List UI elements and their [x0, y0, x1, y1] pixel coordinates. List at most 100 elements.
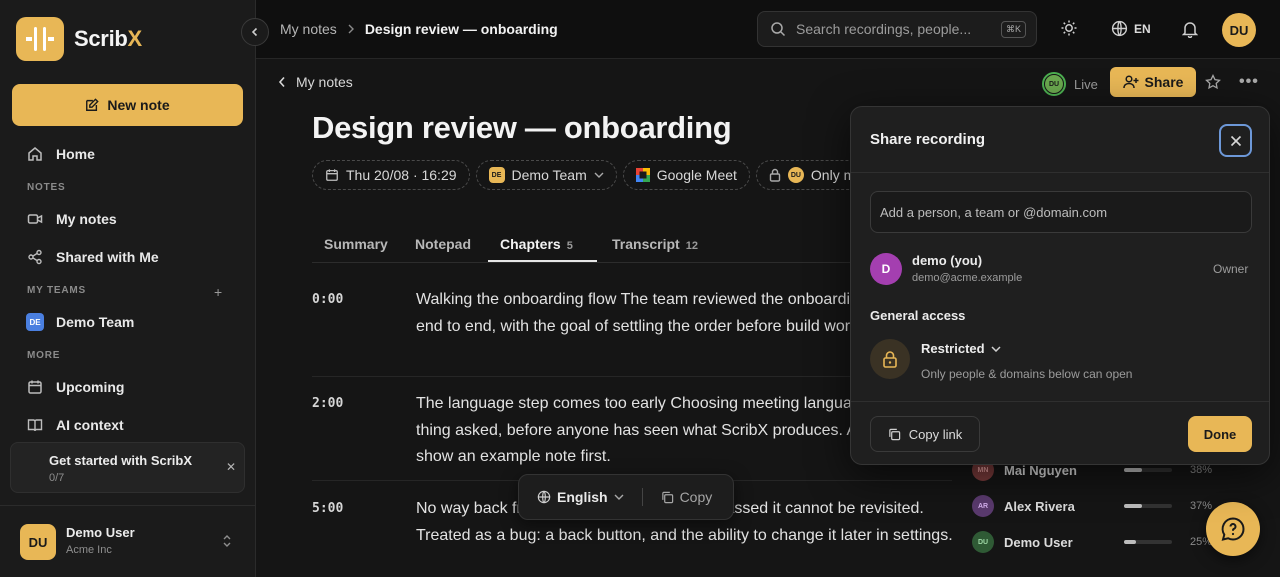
platform-chip[interactable]: Google Meet — [622, 160, 750, 190]
user-name: Demo User — [66, 525, 135, 540]
sidebar-item-label: Upcoming — [56, 379, 125, 395]
language-selector[interactable]: EN — [1111, 20, 1151, 37]
chevron-left-icon — [251, 27, 258, 37]
shortcut-hint: ⌘K — [1000, 21, 1026, 38]
new-note-label: New note — [107, 97, 170, 113]
new-note-button[interactable]: New note — [12, 84, 243, 126]
breadcrumb: My notes Design review — onboarding — [280, 21, 558, 37]
add-team-icon[interactable]: + — [214, 284, 222, 300]
access-level-dropdown[interactable]: Restricted — [921, 341, 1001, 356]
bell-icon[interactable] — [1182, 20, 1198, 38]
copy-button[interactable]: Copy — [661, 489, 712, 505]
speaker-percent: 38% — [1190, 464, 1213, 476]
date-chip[interactable]: Thu 20/08 · 16:29 — [312, 160, 470, 190]
breadcrumb-my-notes[interactable]: My notes — [280, 21, 337, 37]
speaker-name: Alex Rivera — [1004, 498, 1075, 514]
speaker-share-bar — [1124, 468, 1172, 472]
avatar[interactable]: DU — [1222, 13, 1256, 47]
lock-icon — [870, 339, 910, 379]
sidebar-item-home[interactable]: Home — [16, 139, 240, 169]
get-started-card[interactable]: Get started with ScribX 0/7 ✕ — [10, 442, 245, 493]
app-logo[interactable]: ScribX — [16, 17, 142, 61]
team-chip[interactable]: DE Demo Team — [475, 160, 617, 190]
section-notes: NOTES — [27, 182, 66, 193]
team-badge: DE — [26, 313, 44, 331]
close-icon[interactable]: ✕ — [226, 460, 236, 474]
avatar: DU — [787, 167, 804, 183]
share-dialog: Share recording D demo (you) demo@acme.e… — [850, 106, 1270, 465]
sidebar-item-demo-team[interactable]: DE Demo Team — [16, 307, 240, 337]
tab-transcript[interactable]: Transcript 12 — [612, 236, 698, 252]
speaker-row: DU Demo User 25% — [972, 530, 1222, 554]
tab-count: 5 — [566, 240, 573, 252]
divider — [851, 172, 1269, 173]
copy-icon — [889, 428, 900, 440]
edit-icon — [86, 98, 100, 111]
note-meta-chips: Thu 20/08 · 16:29 DE Demo Team Google Me… — [312, 160, 877, 190]
avatar: DU — [972, 531, 994, 553]
chapter-time[interactable]: 0:00 — [312, 292, 343, 307]
language-code: EN — [1134, 21, 1151, 36]
speaker-share-fill — [1124, 468, 1143, 472]
globe-icon — [1111, 20, 1128, 37]
star-icon[interactable] — [1205, 74, 1221, 90]
help-button[interactable] — [1206, 502, 1260, 556]
close-button[interactable] — [1219, 124, 1252, 157]
transcript-toolbar: English Copy — [518, 474, 734, 520]
sidebar: ScribX New note Home NOTES My notes Shar… — [0, 0, 256, 577]
back-link[interactable]: My notes — [278, 74, 353, 90]
sidebar-item-upcoming[interactable]: Upcoming — [16, 372, 240, 402]
speaker-share-fill — [1124, 540, 1136, 544]
divider — [851, 401, 1269, 402]
logo-mark-icon — [16, 17, 64, 61]
avatar: DU — [20, 524, 56, 560]
get-started-progress: 0/7 — [49, 472, 65, 484]
share-button[interactable]: Share — [1110, 67, 1196, 97]
user-menu[interactable]: DU Demo User Acme Inc — [0, 505, 256, 577]
calendar-icon — [326, 169, 338, 181]
sidebar-item-label: AI context — [56, 417, 124, 433]
tab-notepad[interactable]: Notepad — [415, 236, 471, 252]
speaker-row: AR Alex Rivera 37% — [972, 494, 1222, 518]
tab-summary[interactable]: Summary — [324, 236, 388, 252]
done-button[interactable]: Done — [1188, 416, 1252, 452]
speaker-name: Demo User — [1004, 534, 1073, 550]
google-meet-icon — [635, 168, 650, 182]
theme-toggle-sun-icon[interactable] — [1060, 19, 1078, 37]
sidebar-item-my-notes[interactable]: My notes — [16, 204, 240, 234]
speaker-percent: 37% — [1190, 500, 1213, 512]
live-indicator: DU Live — [1042, 72, 1098, 96]
speaker-share-fill — [1124, 504, 1142, 508]
search-bar[interactable]: ⌘K — [757, 11, 1037, 47]
chapter-time[interactable]: 5:00 — [312, 501, 343, 516]
sidebar-item-ai-context[interactable]: AI context — [16, 410, 240, 440]
help-chat-icon — [1221, 517, 1245, 541]
dialog-title: Share recording — [870, 131, 986, 148]
team-label: Demo Team — [511, 167, 587, 183]
share-nodes-icon — [26, 248, 44, 266]
collapse-sidebar-button[interactable] — [241, 18, 269, 46]
tab-count: 12 — [685, 240, 698, 252]
member-role: Owner — [1213, 262, 1249, 276]
member-email: demo@acme.example — [912, 272, 1023, 284]
chevron-updown-icon — [222, 534, 232, 548]
back-label: My notes — [296, 74, 353, 90]
section-my-teams: MY TEAMS — [27, 285, 86, 296]
user-org: Acme Inc — [66, 544, 112, 556]
member-name: demo (you) — [912, 253, 983, 268]
chapter-time[interactable]: 2:00 — [312, 396, 343, 411]
transcript-language-select[interactable]: English — [537, 489, 624, 505]
live-avatar: DU — [1042, 72, 1066, 96]
get-started-title: Get started with ScribX — [49, 453, 193, 468]
sidebar-item-shared[interactable]: Shared with Me — [16, 242, 240, 272]
add-people-input[interactable] — [870, 191, 1252, 233]
avatar: D — [870, 253, 902, 285]
access-description: Only people & domains below can open — [921, 367, 1133, 381]
search-input[interactable] — [796, 21, 996, 37]
speaker-share-bar — [1124, 540, 1172, 544]
copy-link-button[interactable]: Copy link — [870, 416, 980, 452]
chevron-down-icon — [614, 494, 624, 500]
page-title: Design review — onboarding — [312, 110, 732, 145]
tab-chapters[interactable]: Chapters 5 — [500, 236, 573, 252]
more-options-icon[interactable]: ••• — [1239, 73, 1259, 91]
